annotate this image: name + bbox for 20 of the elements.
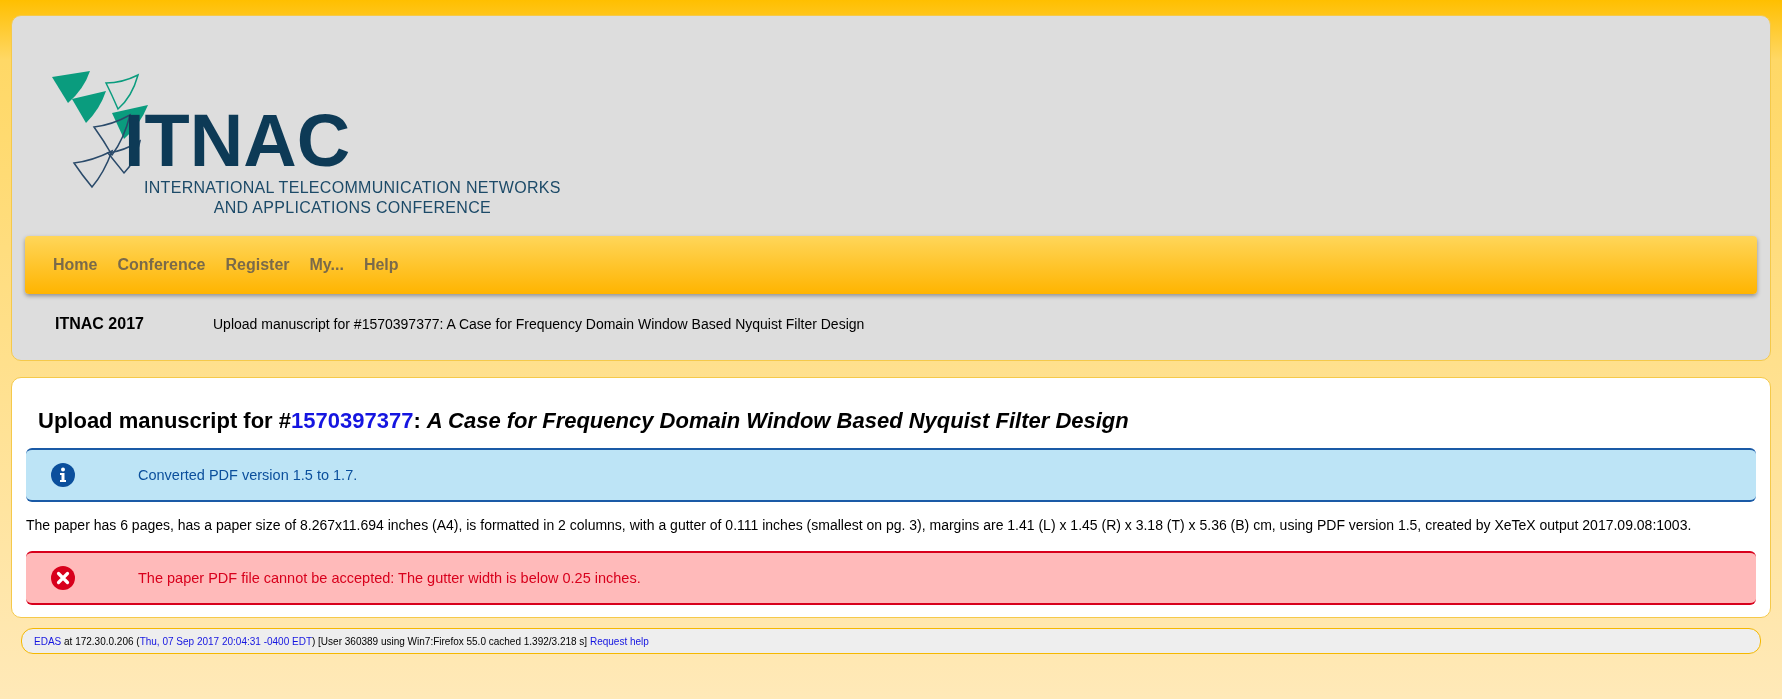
nav-link[interactable]: Register bbox=[215, 256, 300, 274]
page-heading: Upload manuscript for #1570397377: A Case for Frequency Domain Window Based Nyquist Filter Design bbox=[38, 408, 1130, 434]
message-text: Converted PDF version 1.5 to 1.7. bbox=[138, 467, 358, 483]
paper-id-link[interactable]: 1570397377 bbox=[291, 408, 414, 433]
page-title: Upload manuscript for #1570397377: A Case for Frequency Domain Window Based Nyquist Filter Design bbox=[213, 316, 865, 332]
message-text: The paper PDF file cannot be accepted: The gutter width is below 0.25 inches. bbox=[138, 570, 641, 586]
error-icon bbox=[50, 565, 76, 591]
nav-link[interactable]: My... bbox=[299, 256, 354, 274]
conference-name: ITNAC 2017 bbox=[55, 315, 145, 333]
paper-details-text: The paper has 6 pages, has a paper size of 8.267x11.694 inches (A4), is formatted in 2 columns, with a gutter of 0.111 inches (smallest on pg. 3), margins are 1.41 (L) x 1.45 (R) x 3.18 (T) x 5.36 (B) cm, using PDF version 1.5, created by XeTeX output 2017.09.08:1003. bbox=[26, 516, 1693, 535]
nav-link[interactable]: Conference bbox=[107, 256, 216, 274]
nav-link[interactable]: Home bbox=[43, 256, 108, 274]
request-help-link[interactable]: Request help bbox=[589, 635, 649, 647]
footer-text: EDAS at 172.30.0.206 (Thu, 07 Sep 2017 20:04:31 -0400 EDT) [User 360389 using Win7:Firefox 55.0 cached 1.392/3.218 s] Request help bbox=[34, 635, 649, 647]
info-icon bbox=[50, 462, 76, 488]
logo-subtitle: INTERNATIONAL TELECOMMUNICATION NETWORKS bbox=[144, 178, 561, 198]
logo-name: ITNAC bbox=[124, 104, 351, 178]
logo-subtitle: AND APPLICATIONS CONFERENCE bbox=[213, 198, 491, 218]
nav-link[interactable]: Help bbox=[353, 256, 409, 274]
edas-link[interactable]: EDAS bbox=[34, 635, 62, 647]
